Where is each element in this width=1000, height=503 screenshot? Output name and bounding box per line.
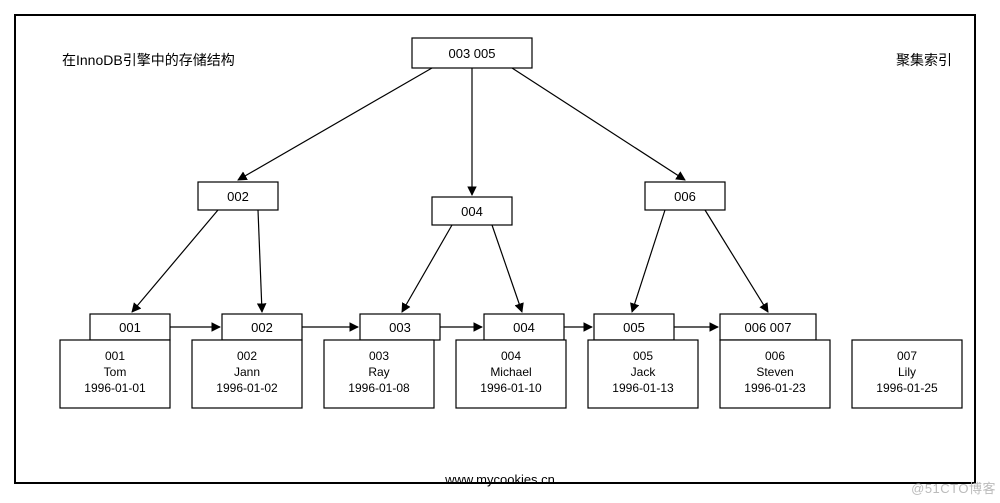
edge-root-r bbox=[512, 68, 685, 180]
leaf-key-label-4: 005 bbox=[623, 320, 645, 335]
svg-text:1996-01-01: 1996-01-01 bbox=[84, 381, 146, 395]
svg-text:1996-01-13: 1996-01-13 bbox=[612, 381, 674, 395]
leaf-key-label-2: 003 bbox=[389, 320, 411, 335]
svg-text:Steven: Steven bbox=[756, 365, 793, 379]
tree-svg: 003 005 002 004 006 001 002 003 004 005 … bbox=[0, 0, 1000, 503]
svg-text:005: 005 bbox=[633, 349, 653, 363]
record-2: 003 Ray 1996-01-08 bbox=[324, 340, 434, 408]
svg-text:1996-01-02: 1996-01-02 bbox=[216, 381, 278, 395]
edge-root-l bbox=[238, 68, 432, 180]
edge-m1-r bbox=[492, 225, 522, 312]
svg-text:004: 004 bbox=[501, 349, 521, 363]
svg-text:Tom: Tom bbox=[104, 365, 127, 379]
svg-text:007: 007 bbox=[897, 349, 917, 363]
mid-label-2: 006 bbox=[674, 189, 696, 204]
leaf-key-label-3: 004 bbox=[513, 320, 535, 335]
edge-m1-l bbox=[402, 225, 452, 312]
edge-m0-l bbox=[132, 210, 218, 312]
svg-text:Ray: Ray bbox=[368, 365, 389, 379]
svg-text:001: 001 bbox=[105, 349, 125, 363]
record-6: 007 Lily 1996-01-25 bbox=[852, 340, 962, 408]
root-keys: 003 005 bbox=[449, 46, 496, 61]
record-3: 004 Michael 1996-01-10 bbox=[456, 340, 566, 408]
leaf-key-label-0: 001 bbox=[119, 320, 141, 335]
svg-text:1996-01-08: 1996-01-08 bbox=[348, 381, 410, 395]
svg-text:1996-01-25: 1996-01-25 bbox=[876, 381, 938, 395]
record-0: 001 Tom 1996-01-01 bbox=[60, 340, 170, 408]
leaf-key-label-5: 006 007 bbox=[745, 320, 792, 335]
svg-text:Lily: Lily bbox=[898, 365, 916, 379]
svg-text:002: 002 bbox=[237, 349, 257, 363]
svg-text:Jack: Jack bbox=[631, 365, 657, 379]
mid-label-0: 002 bbox=[227, 189, 249, 204]
record-5: 006 Steven 1996-01-23 bbox=[720, 340, 830, 408]
svg-text:1996-01-10: 1996-01-10 bbox=[480, 381, 542, 395]
record-1: 002 Jann 1996-01-02 bbox=[192, 340, 302, 408]
svg-text:Jann: Jann bbox=[234, 365, 260, 379]
svg-text:003: 003 bbox=[369, 349, 389, 363]
edge-m2-r bbox=[705, 210, 768, 312]
edge-m2-l bbox=[632, 210, 665, 312]
record-4: 005 Jack 1996-01-13 bbox=[588, 340, 698, 408]
svg-text:Michael: Michael bbox=[490, 365, 531, 379]
svg-text:006: 006 bbox=[765, 349, 785, 363]
svg-text:1996-01-23: 1996-01-23 bbox=[744, 381, 806, 395]
edge-m0-r bbox=[258, 210, 262, 312]
leaf-key-label-1: 002 bbox=[251, 320, 273, 335]
mid-label-1: 004 bbox=[461, 204, 483, 219]
